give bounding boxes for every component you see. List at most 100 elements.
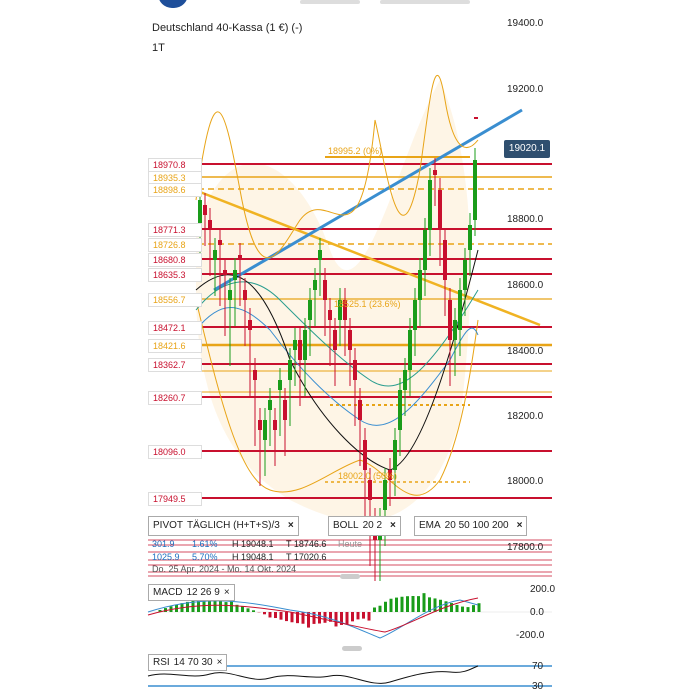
close-icon[interactable]: × bbox=[217, 655, 223, 670]
macd-histogram-bar bbox=[230, 600, 233, 612]
indicator-ema[interactable]: EMA 20 50 100 200 × bbox=[414, 516, 528, 536]
macd-histogram-bar bbox=[362, 612, 365, 619]
price-axis-label: 18600.0 bbox=[507, 280, 544, 291]
rsi-label[interactable]: RSI 14 70 30 × bbox=[148, 654, 228, 671]
level-label: 18726.8 bbox=[148, 238, 202, 252]
candle-body bbox=[268, 400, 272, 410]
candle-body bbox=[353, 360, 357, 380]
level-label: 18096.0 bbox=[148, 445, 202, 459]
candle-body bbox=[243, 290, 247, 300]
level-label: 18970.8 bbox=[148, 158, 202, 172]
indicator-pivot-params: TÄGLICH (H+T+S)/3 bbox=[187, 520, 280, 531]
price-axis-label: 18200.0 bbox=[507, 411, 544, 422]
fib-label: 18995.2 (0%) bbox=[328, 146, 383, 156]
candle-body bbox=[253, 370, 257, 380]
candle-body bbox=[303, 330, 307, 360]
macd-histogram-bar bbox=[367, 612, 371, 621]
candle-body bbox=[468, 225, 472, 250]
indicator-ema-name: EMA bbox=[419, 520, 441, 531]
candle-body bbox=[263, 420, 267, 440]
candle-body bbox=[423, 230, 427, 270]
candle-body bbox=[258, 420, 262, 430]
candle-body bbox=[358, 400, 362, 420]
close-icon[interactable]: × bbox=[288, 517, 294, 535]
price-axis-label: 18000.0 bbox=[507, 476, 544, 487]
price-axis-label: 18800.0 bbox=[507, 214, 544, 225]
candle-body bbox=[458, 290, 462, 330]
macd-histogram-bar bbox=[279, 612, 283, 620]
resize-handle[interactable] bbox=[340, 574, 360, 579]
macd-histogram-bar bbox=[224, 602, 228, 612]
level-label: 18635.3 bbox=[148, 268, 202, 282]
macd-histogram-bar bbox=[406, 596, 409, 612]
candle-body bbox=[273, 420, 277, 430]
macd-histogram-bar bbox=[411, 596, 415, 612]
rsi-axis-30: 30 bbox=[532, 681, 544, 692]
macd-histogram-bar bbox=[422, 593, 426, 612]
candle-body bbox=[323, 280, 327, 300]
price-axis-label: 19400.0 bbox=[507, 18, 544, 29]
candle-body bbox=[218, 240, 222, 245]
heute-label: Heute bbox=[338, 539, 363, 549]
candle-body bbox=[308, 300, 312, 320]
macd-histogram-bar bbox=[466, 607, 470, 612]
close-icon[interactable]: × bbox=[390, 517, 396, 535]
rsi-params: 14 70 30 bbox=[173, 657, 213, 668]
candle-body bbox=[393, 440, 397, 470]
candle-body bbox=[463, 260, 467, 290]
close-icon[interactable]: × bbox=[224, 585, 230, 600]
price-axis-label: 19200.0 bbox=[507, 84, 544, 95]
macd-histogram-bar bbox=[241, 606, 244, 612]
level-label: 18260.7 bbox=[148, 391, 202, 405]
macd-histogram-bar bbox=[417, 596, 420, 612]
indicator-boll-name: BOLL bbox=[333, 520, 359, 531]
macd-histogram-bar bbox=[301, 612, 305, 624]
level-label: 18898.6 bbox=[148, 183, 202, 197]
macd-histogram-bar bbox=[285, 612, 288, 622]
close-icon[interactable]: × bbox=[517, 517, 523, 535]
candle-body bbox=[228, 290, 232, 300]
macd-histogram-bar bbox=[389, 598, 393, 612]
resize-handle[interactable] bbox=[342, 646, 362, 651]
macd-histogram-bar bbox=[384, 601, 387, 612]
candle-body bbox=[453, 320, 457, 340]
candle-body bbox=[433, 170, 437, 175]
macd-histogram-bar bbox=[351, 612, 354, 622]
level-label: 18680.8 bbox=[148, 253, 202, 267]
macd-histogram-bar bbox=[356, 612, 360, 620]
indicator-boll[interactable]: BOLL 20 2 × bbox=[328, 516, 401, 536]
candle-body bbox=[333, 330, 337, 350]
candle-body bbox=[208, 220, 212, 230]
indicator-ema-params: 20 50 100 200 bbox=[444, 520, 509, 531]
candle-body bbox=[348, 330, 352, 350]
range-pct: 5.70% bbox=[192, 552, 218, 562]
high-2: H 19048.1 bbox=[232, 552, 274, 562]
macd-histogram-bar bbox=[246, 608, 250, 612]
macd-histogram-bar bbox=[268, 612, 272, 618]
macd-histogram-bar bbox=[307, 612, 310, 628]
rsi-axis-70: 70 bbox=[532, 661, 544, 672]
macd-histogram-bar bbox=[433, 598, 437, 612]
macd-histogram-bar bbox=[455, 604, 459, 612]
price-chart[interactable] bbox=[0, 0, 700, 700]
macd-histogram-bar bbox=[461, 606, 464, 612]
change-abs: 301.9 bbox=[152, 539, 175, 549]
candle-body bbox=[363, 440, 367, 470]
candle-body bbox=[283, 400, 287, 420]
level-label: 18556.7 bbox=[148, 293, 202, 307]
candle-body bbox=[278, 380, 282, 390]
indicator-pivot-name: PIVOT bbox=[153, 520, 184, 531]
level-label: 18421.6 bbox=[148, 339, 202, 353]
candle-body bbox=[418, 270, 422, 300]
macd-label[interactable]: MACD 12 26 9 × bbox=[148, 584, 235, 601]
candle-body bbox=[328, 310, 332, 320]
indicator-pivot[interactable]: PIVOT TÄGLICH (H+T+S)/3 × bbox=[148, 516, 299, 536]
candle-body bbox=[248, 320, 252, 330]
level-label: 18362.7 bbox=[148, 358, 202, 372]
macd-histogram-bar bbox=[345, 612, 349, 625]
price-axis-label: 17800.0 bbox=[507, 542, 544, 553]
candle-body bbox=[413, 300, 417, 330]
macd-histogram-bar bbox=[252, 610, 255, 612]
candle-body bbox=[223, 270, 227, 275]
macd-histogram-bar bbox=[219, 601, 222, 612]
